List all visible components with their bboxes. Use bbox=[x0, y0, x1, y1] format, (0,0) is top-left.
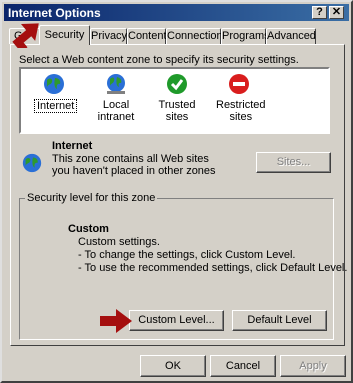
checkmark-icon bbox=[167, 74, 187, 94]
annotation-arrow-icon bbox=[100, 309, 132, 333]
tab-advanced[interactable]: Advanced bbox=[266, 28, 316, 44]
tab-content-label: Content bbox=[128, 30, 167, 42]
tab-privacy-label: Privacy bbox=[91, 30, 128, 42]
default-level-button[interactable]: Default Level bbox=[232, 310, 327, 331]
security-level-group-title: Security level for this zone bbox=[25, 192, 158, 204]
tab-content[interactable]: Content bbox=[127, 28, 167, 44]
security-level-line: - To use the recommended settings, click… bbox=[78, 262, 348, 274]
security-level-line: - To change the settings, click Custom L… bbox=[78, 249, 296, 261]
zone-description: This zone contains all Web sites you hav… bbox=[52, 153, 216, 177]
apply-button[interactable]: Apply bbox=[280, 355, 346, 377]
zone-internet-label: Internet bbox=[34, 99, 78, 113]
tab-privacy[interactable]: Privacy bbox=[90, 28, 127, 44]
no-entry-icon bbox=[229, 74, 249, 94]
tab-programs-label: Programs bbox=[222, 30, 270, 42]
security-level-description: Custom settings. - To change the setting… bbox=[78, 236, 347, 275]
sites-button[interactable]: Sites... bbox=[256, 152, 331, 173]
tab-advanced-label: Advanced bbox=[267, 30, 316, 42]
zone-internet[interactable]: Internet bbox=[34, 72, 78, 113]
zone-trusted-sites[interactable]: Trusted sites bbox=[149, 72, 205, 123]
zone-restricted-sites[interactable]: Restricted sites bbox=[214, 72, 266, 123]
tab-security-label: Security bbox=[44, 29, 85, 41]
window-title: Internet Options bbox=[8, 6, 101, 20]
ok-button[interactable]: OK bbox=[140, 355, 206, 377]
title-bar: Internet Options ? ✕ bbox=[4, 4, 349, 21]
cancel-button[interactable]: Cancel bbox=[210, 355, 276, 377]
instruction-text: Select a Web content zone to specify its… bbox=[19, 54, 299, 66]
security-level-line: Custom settings. bbox=[78, 236, 160, 248]
close-button[interactable]: ✕ bbox=[329, 6, 344, 19]
zone-name: Internet bbox=[52, 140, 93, 152]
zone-local-intranet-label: Local intranet bbox=[97, 99, 135, 123]
globe-network-icon bbox=[107, 74, 125, 94]
globe-icon bbox=[22, 153, 42, 173]
tab-security[interactable]: Security bbox=[39, 25, 90, 45]
tab-connections[interactable]: Connections bbox=[166, 28, 228, 44]
security-level-name: Custom bbox=[68, 223, 109, 235]
tab-connections-label: Connections bbox=[167, 30, 229, 42]
zone-restricted-sites-label: Restricted sites bbox=[216, 99, 266, 123]
internet-options-window: Internet Options ? ✕ Ge Security Privacy… bbox=[0, 0, 353, 383]
zone-trusted-sites-label: Trusted sites bbox=[158, 99, 196, 123]
zone-local-intranet[interactable]: Local intranet bbox=[86, 72, 146, 123]
help-button[interactable]: ? bbox=[312, 6, 327, 19]
annotation-arrow-icon bbox=[12, 23, 39, 48]
custom-level-button[interactable]: Custom Level... bbox=[129, 310, 224, 331]
globe-icon bbox=[44, 74, 64, 94]
tab-programs[interactable]: Programs bbox=[221, 28, 270, 44]
